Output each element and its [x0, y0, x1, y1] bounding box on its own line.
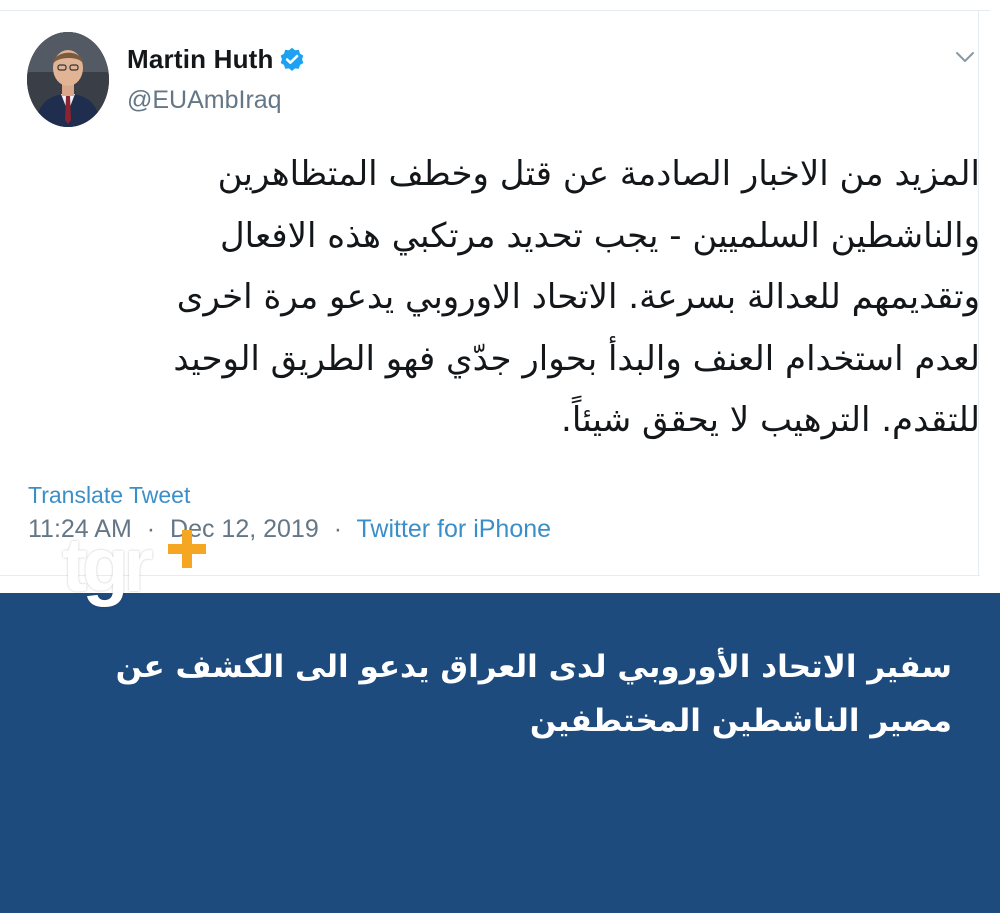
news-headline: سفير الاتحاد الأوروبي لدى العراق يدعو ال… — [52, 640, 952, 748]
author-handle[interactable]: @EUAmbIraq — [127, 86, 282, 115]
headline-line: سفير الاتحاد الأوروبي لدى العراق يدعو ال… — [115, 649, 952, 685]
meta-separator: · — [333, 515, 343, 543]
tweet-card: Martin Huth @EUAmbIraq المزيد من الاخبار… — [0, 0, 1000, 593]
author-display-name[interactable]: Martin Huth — [127, 44, 274, 75]
verified-badge-icon — [280, 47, 304, 71]
plus-icon — [168, 530, 206, 568]
tweet-text-line: والناشطين السلميين - يجب تحديد مرتكبي هذ… — [219, 215, 980, 256]
tweet-text-line: لعدم استخدام العنف والبدأ بحوار جدّي فهو… — [173, 338, 980, 379]
translate-tweet-link[interactable]: Translate Tweet — [28, 482, 190, 509]
tweet-text-line: وتقديمهم للعدالة بسرعة. الاتحاد الاوروبي… — [176, 277, 980, 317]
tweet-text-line: للتقدم. الترهيب لا يحقق شيئاً. — [561, 400, 980, 440]
person-portrait-icon — [27, 32, 109, 127]
logo-wordmark: tgr — [62, 523, 153, 608]
tweet-text-line: المزيد من الاخبار الصادمة عن قتل وخطف ال… — [217, 154, 980, 194]
tweet-text: المزيد من الاخبار الصادمة عن قتل وخطف ال… — [60, 144, 980, 452]
tgr-logo: tgr — [62, 524, 212, 624]
headline-line: مصير الناشطين المختطفين — [529, 703, 952, 739]
chevron-down-icon[interactable] — [954, 46, 976, 68]
avatar[interactable] — [27, 32, 109, 127]
tweet-source-link[interactable]: Twitter for iPhone — [357, 515, 552, 543]
tweet-top-divider — [0, 10, 990, 11]
